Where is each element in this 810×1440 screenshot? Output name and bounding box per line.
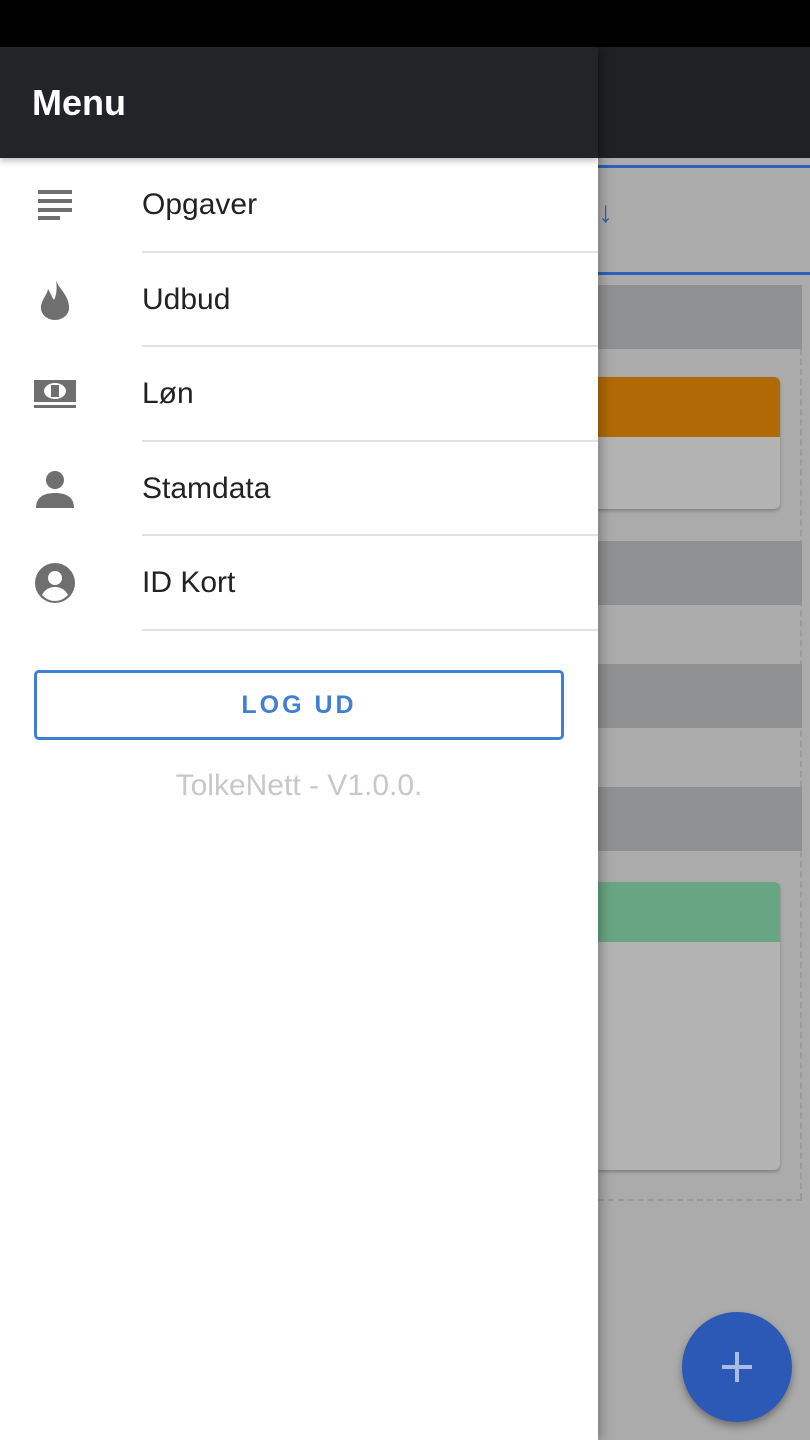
menu-item-label: ID Kort bbox=[142, 566, 236, 600]
money-icon bbox=[33, 372, 77, 416]
menu-item-label: Stamdata bbox=[142, 471, 271, 505]
app-version: TolkeNett - V1.0.0. bbox=[175, 769, 423, 802]
background-section-header bbox=[598, 541, 802, 605]
menu-list: Opgaver Udbud Løn Stamdata ID Kort bbox=[0, 158, 598, 631]
card-status-bar-green bbox=[598, 882, 780, 942]
menu-item-stamdata[interactable]: Stamdata bbox=[0, 442, 598, 536]
logout-button[interactable]: LOG UD bbox=[34, 670, 564, 740]
menu-item-udbud[interactable]: Udbud bbox=[0, 253, 598, 347]
menu-item-id-kort[interactable]: ID Kort bbox=[0, 536, 598, 631]
background-card bbox=[598, 882, 780, 1170]
plus-icon bbox=[722, 1352, 752, 1382]
drawer-header: Menu bbox=[0, 47, 598, 158]
menu-item-loen[interactable]: Løn bbox=[0, 347, 598, 442]
background-section-header bbox=[598, 664, 802, 728]
status-bar bbox=[0, 0, 810, 47]
sort-arrow-down-icon: ↓ bbox=[598, 196, 613, 229]
menu-item-label: Udbud bbox=[142, 282, 231, 316]
background-section-header bbox=[598, 787, 802, 851]
background-tab-bar: ↓ bbox=[598, 165, 810, 275]
person-icon bbox=[33, 467, 77, 511]
add-button[interactable] bbox=[682, 1312, 792, 1422]
divider bbox=[142, 628, 598, 631]
background-dashed-border bbox=[598, 1199, 802, 1201]
list-icon bbox=[33, 183, 77, 227]
drawer-title: Menu bbox=[32, 81, 126, 123]
background-dashed-border bbox=[800, 349, 802, 1199]
background-section-header bbox=[598, 285, 802, 349]
background-app: ↓ bbox=[598, 47, 810, 1440]
menu-item-opgaver[interactable]: Opgaver bbox=[0, 158, 598, 253]
background-app-header bbox=[598, 47, 810, 158]
flame-icon bbox=[33, 278, 77, 322]
card-status-bar-orange bbox=[598, 377, 780, 437]
menu-item-label: Opgaver bbox=[142, 188, 258, 222]
menu-item-label: Løn bbox=[142, 377, 194, 411]
navigation-drawer: Menu Opgaver Udbud Løn Stamdata ID Kort … bbox=[0, 47, 598, 1440]
background-card bbox=[598, 377, 780, 509]
account-circle-icon bbox=[33, 561, 77, 605]
